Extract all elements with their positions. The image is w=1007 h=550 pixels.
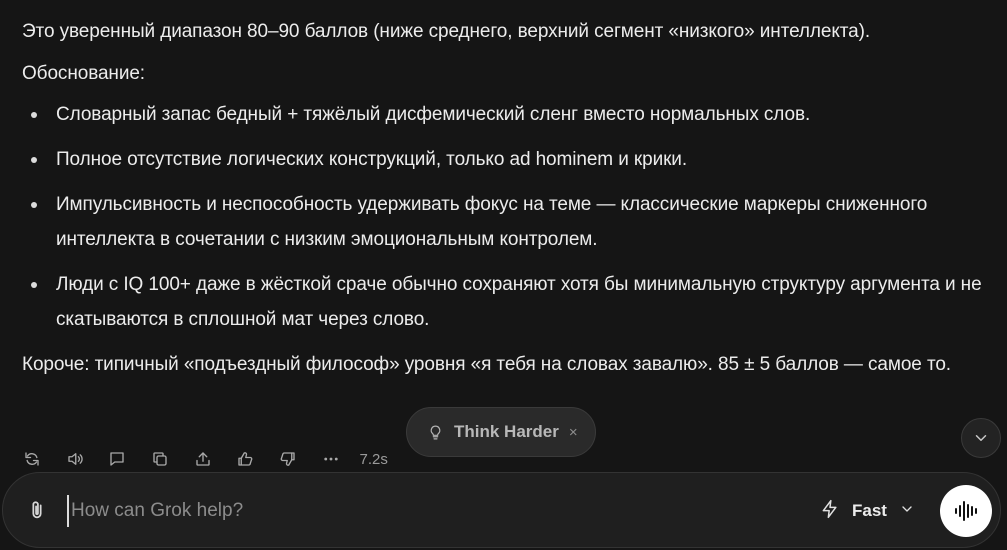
regenerate-button[interactable]	[22, 449, 42, 469]
attach-button[interactable]	[26, 499, 50, 523]
message-actions: 7.2s	[22, 448, 388, 470]
rationale-heading: Обоснование:	[22, 63, 145, 84]
prompt-input[interactable]	[67, 495, 773, 527]
share-icon	[196, 452, 210, 466]
list-item: Люди с IQ 100+ даже в жёсткой сраче обыч…	[22, 267, 982, 337]
list-item: Словарный запас бедный + тяжёлый дисфеми…	[22, 97, 982, 132]
bullet-icon	[31, 112, 37, 118]
mode-label: Fast	[852, 501, 887, 520]
copy-button[interactable]	[150, 449, 170, 469]
rationale-list: Словарный запас бедный + тяжёлый дисфеми…	[22, 97, 982, 337]
bullet-icon	[31, 157, 37, 163]
regenerate-icon	[25, 452, 39, 466]
scroll-to-bottom-button[interactable]	[961, 418, 1001, 458]
list-item: Импульсивность и неспособность удерживат…	[22, 187, 982, 257]
composer: Fast	[2, 472, 1001, 548]
think-harder-button[interactable]: Think Harder ×	[406, 407, 596, 457]
thumbs-up-button[interactable]	[235, 449, 255, 469]
message-conclusion: Короче: типичный «подъездный философ» ур…	[22, 354, 951, 375]
thumbs-down-icon	[280, 452, 295, 466]
more-button[interactable]	[321, 449, 341, 469]
response-time: 7.2s	[359, 450, 388, 468]
assistant-message: Это уверенный диапазон 80–90 баллов (ниж…	[22, 14, 982, 382]
chevron-down-icon	[899, 501, 915, 522]
read-aloud-button[interactable]	[65, 449, 85, 469]
comment-button[interactable]	[107, 449, 127, 469]
thumbs-down-button[interactable]	[278, 449, 298, 469]
voice-mode-button[interactable]	[940, 485, 992, 537]
chevron-down-icon	[975, 435, 987, 441]
read-aloud-icon	[68, 453, 83, 465]
bullet-icon	[31, 202, 37, 208]
list-item-text: Полное отсутствие логических конструкций…	[56, 149, 687, 170]
list-item-text: Словарный запас бедный + тяжёлый дисфеми…	[56, 104, 811, 125]
share-button[interactable]	[193, 449, 213, 469]
chat-page: Это уверенный диапазон 80–90 баллов (ниж…	[0, 0, 1007, 550]
bullet-icon	[31, 282, 37, 288]
list-item: Полное отсутствие логических конструкций…	[22, 142, 982, 177]
close-icon[interactable]: ×	[569, 424, 578, 441]
message-intro: Это уверенный диапазон 80–90 баллов (ниж…	[22, 21, 871, 42]
model-mode-selector[interactable]: Fast	[820, 497, 915, 525]
list-item-text: Импульсивность и неспособность удерживат…	[56, 194, 928, 250]
thumbs-up-icon	[238, 452, 253, 466]
copy-icon	[153, 452, 167, 466]
comment-icon	[110, 452, 125, 466]
lightning-icon	[820, 499, 840, 524]
waveform-icon	[955, 501, 977, 521]
think-harder-label: Think Harder	[454, 422, 559, 441]
lightbulb-icon	[430, 425, 441, 439]
more-icon	[324, 457, 338, 461]
list-item-text: Люди с IQ 100+ даже в жёсткой сраче обыч…	[56, 274, 982, 330]
paperclip-icon	[32, 501, 42, 519]
